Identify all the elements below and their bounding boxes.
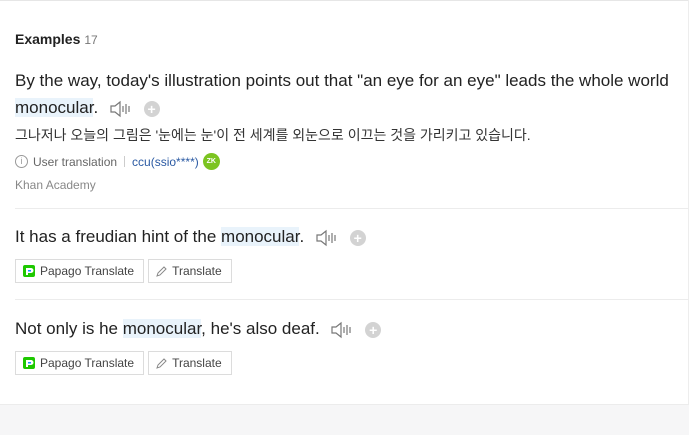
example-sentence: Not only is he monocular, he's also deaf… (15, 315, 689, 342)
pencil-icon (156, 357, 167, 369)
papago-icon (23, 357, 35, 369)
sentence-text-end: , he's also deaf. (201, 319, 320, 338)
plus-icon[interactable]: + (365, 321, 382, 338)
keyword-highlight[interactable]: monocular (15, 98, 94, 117)
papago-translate-label: Papago Translate (40, 264, 135, 278)
info-icon[interactable]: i (15, 155, 28, 168)
papago-translate-label: Papago Translate (40, 356, 135, 370)
speaker-icon[interactable] (109, 100, 133, 118)
example-item-1: By the way, today's illustration points … (15, 67, 689, 192)
sentence-text: By the way, today's illustration points … (15, 71, 669, 90)
translate-label: Translate (172, 264, 222, 278)
sentence-text: It has a freudian hint of the (15, 227, 222, 246)
translator-user-link[interactable]: ccu(ssio****) (132, 155, 199, 169)
translation-meta: i User translation ccu(ssio****) ZK (15, 153, 689, 170)
sentence-text-end: . (93, 98, 99, 117)
translate-buttons: Papago Translate Translate (15, 259, 689, 283)
avatar[interactable]: ZK (202, 153, 220, 170)
section-title: Examples 17 (15, 31, 98, 47)
papago-translate-button[interactable]: Papago Translate (15, 351, 145, 375)
plus-icon[interactable]: + (143, 100, 160, 117)
divider (15, 299, 689, 300)
plus-icon[interactable]: + (349, 229, 366, 246)
top-border (0, 0, 689, 1)
divider (15, 208, 689, 209)
korean-translation: 그나저나 오늘의 그림은 '눈에는 눈'이 전 세계를 외눈으로 이끄는 것을 … (15, 127, 531, 143)
example-sentence: It has a freudian hint of the monocular.… (15, 223, 689, 250)
section-title-label: Examples (15, 31, 81, 47)
sentence-text: Not only is he (15, 319, 123, 338)
translate-button[interactable]: Translate (148, 351, 232, 375)
example-count: 17 (84, 33, 98, 47)
example-item-2: It has a freudian hint of the monocular.… (15, 223, 689, 283)
translate-buttons: Papago Translate Translate (15, 351, 689, 375)
example-source: Khan Academy (15, 178, 96, 192)
sentence-text-end: . (299, 227, 305, 246)
translation-type: User translation (33, 154, 118, 169)
papago-translate-button[interactable]: Papago Translate (15, 259, 145, 283)
speaker-icon[interactable] (315, 229, 339, 247)
example-sentence: By the way, today's illustration points … (15, 67, 689, 121)
meta-separator (124, 156, 126, 167)
translate-label: Translate (172, 356, 222, 370)
bottom-strip (0, 404, 689, 435)
keyword-highlight[interactable]: monocular (221, 227, 300, 246)
keyword-highlight[interactable]: monocular (122, 319, 202, 338)
example-item-3: Not only is he monocular, he's also deaf… (15, 315, 689, 375)
speaker-icon[interactable] (330, 321, 354, 339)
translate-button[interactable]: Translate (148, 259, 232, 283)
pencil-icon (156, 265, 167, 277)
papago-icon (23, 265, 35, 277)
